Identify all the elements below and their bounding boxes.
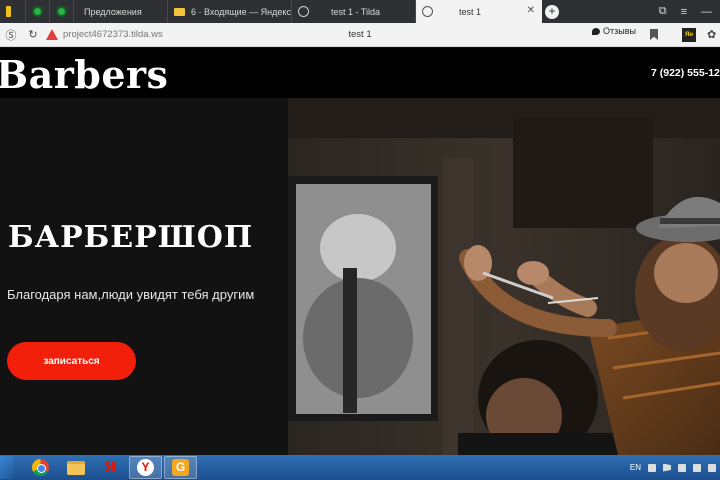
app-tab-icon bbox=[6, 6, 11, 17]
bookmark-icon[interactable] bbox=[650, 29, 658, 40]
tabs-overview-icon[interactable]: ⧉ bbox=[659, 5, 667, 18]
url-field[interactable]: project4672373.tilda.ws bbox=[63, 29, 213, 40]
tab-pinned-2[interactable] bbox=[26, 0, 50, 23]
tab-label: 6 · Входящие — Яндекс.П bbox=[191, 6, 291, 17]
extension-puzzle-icon[interactable]: ✿ bbox=[707, 28, 716, 41]
tab-yandex-mail[interactable]: 6 · Входящие — Яндекс.П bbox=[168, 0, 292, 23]
start-button[interactable] bbox=[0, 456, 14, 479]
tray-icon[interactable] bbox=[648, 463, 656, 472]
site-header: Barbers 7 (922) 555-12 bbox=[0, 48, 720, 98]
yandex-icon: Я bbox=[103, 458, 118, 476]
tab-label: test 1 bbox=[459, 6, 482, 17]
reviews-label: Отзывы bbox=[603, 26, 636, 36]
close-icon[interactable]: ✕ bbox=[527, 5, 535, 16]
windows-taskbar: Я Y G EN bbox=[0, 455, 720, 480]
tilda-icon bbox=[298, 6, 309, 17]
volume-icon[interactable] bbox=[693, 463, 701, 472]
hero-text-panel bbox=[0, 98, 288, 455]
taskbar-yandex-browser[interactable]: Y bbox=[129, 456, 162, 479]
folder-icon bbox=[66, 460, 85, 475]
taskbar-yandex[interactable]: Я bbox=[94, 456, 127, 479]
website-viewport: Barbers 7 (922) 555-12 БАРБЕРШОП Благода… bbox=[0, 48, 720, 455]
minimize-icon[interactable]: — bbox=[701, 6, 712, 18]
browser-tab-strip: Предложения 6 · Входящие — Яндекс.П test… bbox=[0, 0, 720, 23]
mail-icon bbox=[174, 7, 185, 16]
yandex-browser-icon: Y bbox=[137, 459, 154, 476]
site-logo[interactable]: Barbers bbox=[0, 52, 168, 97]
taskbar-g-app[interactable]: G bbox=[164, 456, 197, 479]
chat-bubble-icon bbox=[592, 27, 600, 35]
network-icon[interactable] bbox=[678, 463, 686, 472]
tab-label: test 1 - Tilda bbox=[331, 6, 381, 17]
system-tray: EN bbox=[630, 455, 720, 480]
chrome-icon bbox=[32, 459, 49, 476]
signup-button[interactable]: записаться bbox=[7, 342, 136, 380]
new-tab-button[interactable]: + bbox=[542, 0, 562, 23]
tab-tilda[interactable]: test 1 - Tilda bbox=[292, 0, 416, 23]
whatsapp-icon bbox=[56, 6, 67, 17]
warning-icon[interactable] bbox=[46, 29, 58, 40]
whatsapp-icon bbox=[32, 6, 43, 17]
address-bar: Ⓢ ↻ project4672373.tilda.ws test 1 Отзыв… bbox=[0, 23, 720, 47]
plus-icon: + bbox=[545, 4, 559, 19]
reload-icon[interactable]: ↻ bbox=[22, 23, 44, 47]
screen: Предложения 6 · Входящие — Яндекс.П test… bbox=[0, 0, 720, 480]
hero-subtitle: Благодаря нам,люди увидят тебя другим bbox=[7, 287, 255, 302]
extension-icon[interactable]: Ян bbox=[682, 28, 696, 42]
tab-pinned-1[interactable] bbox=[0, 0, 26, 23]
hero-title: БАРБЕРШОП bbox=[8, 220, 254, 255]
tab-test1-active[interactable]: test 1 ✕ bbox=[416, 0, 542, 23]
reviews-button[interactable]: Отзывы bbox=[592, 26, 636, 36]
window-controls: ⧉ ≡ — bbox=[659, 0, 720, 23]
tilda-icon bbox=[422, 6, 433, 17]
tab-label: Предложения bbox=[84, 6, 142, 17]
g-app-icon: G bbox=[172, 459, 189, 476]
flag-icon[interactable] bbox=[663, 463, 671, 472]
tab-pinned-3[interactable] bbox=[50, 0, 74, 23]
taskbar-explorer[interactable] bbox=[59, 456, 92, 479]
shield-icon[interactable]: Ⓢ bbox=[0, 23, 22, 47]
phone-number[interactable]: 7 (922) 555-12 bbox=[651, 67, 720, 79]
tab-offers[interactable]: Предложения bbox=[74, 0, 168, 23]
taskbar-chrome[interactable] bbox=[24, 456, 57, 479]
notification-icon[interactable] bbox=[708, 463, 716, 472]
menu-icon[interactable]: ≡ bbox=[681, 6, 687, 18]
hero-barber-photo bbox=[288, 98, 720, 455]
language-indicator[interactable]: EN bbox=[630, 463, 641, 472]
